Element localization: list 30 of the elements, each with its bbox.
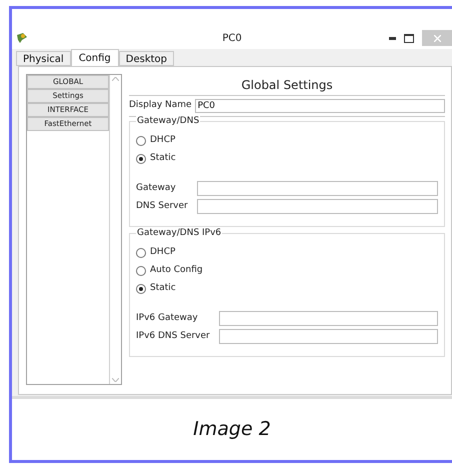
close-icon <box>434 34 440 42</box>
input-field[interactable] <box>218 311 438 326</box>
radio-label: Auto Config <box>150 264 203 277</box>
radio-label: Static <box>150 152 176 165</box>
radio-button[interactable] <box>136 154 146 164</box>
tab[interactable]: Desktop <box>118 51 174 66</box>
image-caption: Image 2 <box>193 417 271 442</box>
app-icon <box>16 32 28 44</box>
minimize-icon[interactable] <box>389 36 396 40</box>
field-label: Display Name <box>129 99 192 112</box>
tab[interactable]: Config <box>70 49 119 66</box>
radio-button[interactable] <box>136 248 146 258</box>
radio-label: DHCP <box>150 134 176 147</box>
radio-label: Static <box>150 282 176 295</box>
field-label: IPv6 DNS Server <box>136 330 211 343</box>
radio-label: DHCP <box>150 246 176 259</box>
input-field[interactable] <box>196 199 438 214</box>
section-heading: Global Settings <box>129 76 445 96</box>
input-field[interactable] <box>196 181 438 196</box>
maximize-icon[interactable] <box>404 34 414 42</box>
radio-button[interactable] <box>136 136 146 146</box>
window-title: PC0 <box>222 32 242 46</box>
field-label: Gateway <box>136 182 177 195</box>
input-field[interactable] <box>218 329 438 344</box>
field-label: IPv6 Gateway <box>136 312 199 325</box>
display-name-field[interactable]: PC0 <box>194 99 445 113</box>
field-label: DNS Server <box>136 200 189 213</box>
radio-button[interactable] <box>136 266 146 276</box>
tab[interactable]: Physical <box>16 51 71 66</box>
radio-button[interactable] <box>136 284 146 294</box>
